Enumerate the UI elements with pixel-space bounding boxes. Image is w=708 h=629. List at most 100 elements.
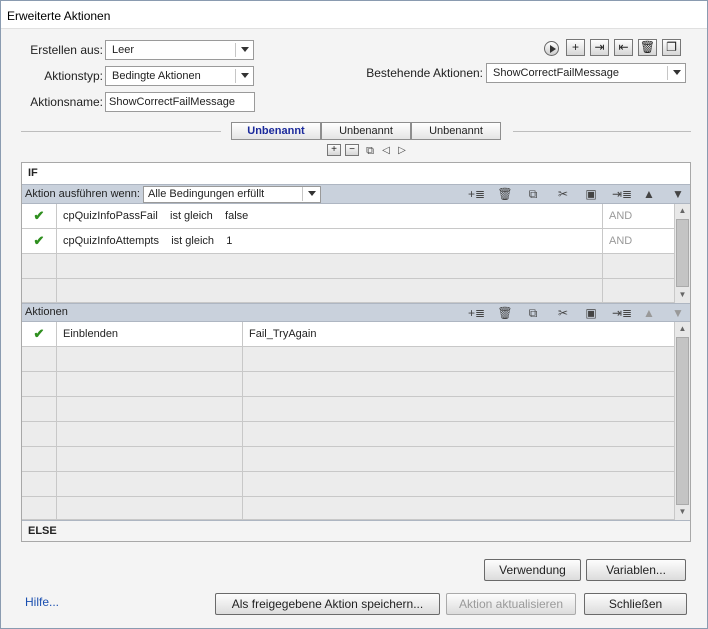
copy-icon[interactable]: ⧉ — [525, 186, 541, 202]
check-icon: ✔ — [22, 322, 57, 346]
window-title: Erweiterte Aktionen — [7, 9, 111, 23]
existing-actions-label: Bestehende Aktionen: — [366, 66, 483, 80]
existing-actions-value: ShowCorrectFailMessage — [493, 67, 619, 79]
previous-icon[interactable]: ◁ — [378, 143, 394, 159]
remove-decision-button[interactable]: − — [345, 144, 359, 156]
condition-variable: cpQuizInfoPassFail — [63, 210, 158, 222]
trash-icon[interactable]: 🗑 — [497, 186, 513, 202]
scissors-icon[interactable]: ✂ — [555, 305, 571, 321]
help-link[interactable]: Hilfe... — [25, 595, 59, 609]
scroll-up-icon[interactable]: ▲ — [675, 322, 690, 336]
else-header[interactable]: ELSE — [22, 520, 690, 541]
scissors-icon[interactable]: ✂ — [555, 186, 571, 202]
trash-icon[interactable]: 🗑 — [638, 39, 657, 56]
check-icon: ✔ — [22, 229, 57, 253]
condition-select-value: Alle Bedingungen erfüllt — [148, 188, 265, 200]
divider — [513, 131, 691, 132]
action-name-input[interactable]: ShowCorrectFailMessage — [105, 92, 255, 112]
logic-operator[interactable]: AND — [603, 204, 674, 228]
tab-decision-1[interactable]: Unbenannt — [231, 122, 321, 140]
create-from-value: Leer — [112, 44, 135, 56]
action-target: Fail_TryAgain — [249, 328, 317, 340]
duplicate-icon[interactable]: ❐ — [662, 39, 681, 56]
update-action-button[interactable]: Aktion aktualisieren — [446, 593, 576, 615]
actions-bar: Aktionen +≣ 🗑 ⧉ ✂ ▣ ⇥≣ ▲ ▼ — [22, 303, 690, 322]
create-from-label: Erstellen aus: — [30, 43, 103, 57]
chevron-down-icon — [235, 43, 253, 57]
insert-row-icon[interactable]: +≣ — [468, 305, 485, 321]
preview-play-icon[interactable] — [544, 41, 559, 56]
condition-scrollbar[interactable]: ▲ ▼ — [674, 204, 690, 303]
table-row[interactable]: ✔ cpQuizInfoAttempts ist gleich 1 AND — [22, 229, 674, 254]
action-name-label: Aktionsname: — [30, 95, 103, 109]
table-row[interactable]: ✔ cpQuizInfoPassFail ist gleich false AN… — [22, 204, 674, 229]
table-row[interactable] — [22, 254, 674, 279]
insert-row-icon[interactable]: +≣ — [468, 186, 485, 202]
move-up-icon[interactable]: ▲ — [641, 186, 657, 202]
condition-operator: ist gleich — [170, 210, 213, 222]
indent-row-icon[interactable]: ⇥≣ — [612, 186, 632, 202]
next-icon[interactable]: ▷ — [394, 143, 410, 159]
table-row[interactable]: ✔ Einblenden Fail_TryAgain — [22, 322, 674, 347]
actions-scrollbar[interactable]: ▲ ▼ — [674, 322, 690, 520]
chevron-down-icon — [302, 187, 320, 201]
scroll-thumb[interactable] — [676, 219, 689, 287]
table-row[interactable] — [22, 472, 674, 497]
advanced-actions-dialog: Erweiterte Aktionen Erstellen aus: Leer … — [0, 0, 708, 629]
condition-text: cpQuizInfoPassFail ist gleich false — [57, 204, 603, 228]
actions-grid: ✔ Einblenden Fail_TryAgain — [22, 322, 674, 521]
import-icon[interactable]: ⇥ — [590, 39, 609, 56]
logic-operator[interactable]: AND — [603, 229, 674, 253]
existing-actions-select[interactable]: ShowCorrectFailMessage — [486, 63, 686, 83]
move-down-icon[interactable]: ▼ — [670, 186, 686, 202]
table-row[interactable] — [22, 347, 674, 372]
table-row[interactable] — [22, 397, 674, 422]
copy-icon[interactable]: ⧉ — [525, 305, 541, 321]
table-row[interactable] — [22, 497, 674, 521]
condition-value: false — [225, 210, 249, 222]
action-type-label: Aktionstyp: — [44, 69, 103, 83]
add-action-button[interactable]: + — [566, 39, 585, 56]
usage-button[interactable]: Verwendung — [484, 559, 581, 581]
table-row[interactable] — [22, 447, 674, 472]
action-command: Einblenden — [57, 322, 243, 346]
scroll-up-icon[interactable]: ▲ — [675, 204, 690, 218]
paste-icon[interactable]: ▣ — [583, 305, 599, 321]
tab-decision-3[interactable]: Unbenannt — [411, 122, 501, 140]
tab-decision-2[interactable]: Unbenannt — [321, 122, 411, 140]
variables-button[interactable]: Variablen... — [586, 559, 686, 581]
save-shared-action-button[interactable]: Als freigegebene Aktion speichern... — [215, 593, 440, 615]
condition-text: cpQuizInfoAttempts ist gleich 1 — [57, 229, 603, 253]
condition-select[interactable]: Alle Bedingungen erfüllt — [143, 186, 321, 203]
scroll-down-icon[interactable]: ▼ — [675, 505, 690, 519]
condition-value: 1 — [226, 235, 233, 247]
check-icon: ✔ — [22, 204, 57, 228]
condition-operator: ist gleich — [171, 235, 215, 247]
trash-icon[interactable]: 🗑 — [497, 305, 513, 321]
title-bar: Erweiterte Aktionen — [1, 1, 707, 29]
actions-label: Aktionen — [25, 306, 68, 318]
condition-label: Aktion ausführen wenn: — [25, 188, 140, 200]
add-decision-button[interactable]: + — [327, 144, 341, 156]
paste-icon[interactable]: ▣ — [583, 186, 599, 202]
scroll-down-icon[interactable]: ▼ — [675, 288, 690, 302]
divider — [21, 131, 221, 132]
move-down-icon[interactable]: ▼ — [670, 305, 686, 321]
close-button[interactable]: Schließen — [584, 593, 687, 615]
table-row[interactable] — [22, 279, 674, 303]
move-up-icon[interactable]: ▲ — [641, 305, 657, 321]
indent-row-icon[interactable]: ⇥≣ — [612, 305, 632, 321]
export-icon[interactable]: ⇤ — [614, 39, 633, 56]
action-type-select[interactable]: Bedingte Aktionen — [105, 66, 254, 86]
chevron-down-icon — [235, 69, 253, 83]
copy-icon[interactable]: ⧉ — [362, 143, 378, 159]
table-row[interactable] — [22, 372, 674, 397]
action-type-value: Bedingte Aktionen — [112, 70, 201, 82]
condition-variable: cpQuizInfoAttempts — [63, 235, 159, 247]
create-from-select[interactable]: Leer — [105, 40, 254, 60]
table-row[interactable] — [22, 422, 674, 447]
scroll-thumb[interactable] — [676, 337, 689, 505]
decision-panel: IF Aktion ausführen wenn: Alle Bedingung… — [21, 162, 691, 542]
if-header: IF — [22, 163, 690, 184]
chevron-down-icon — [667, 66, 685, 80]
